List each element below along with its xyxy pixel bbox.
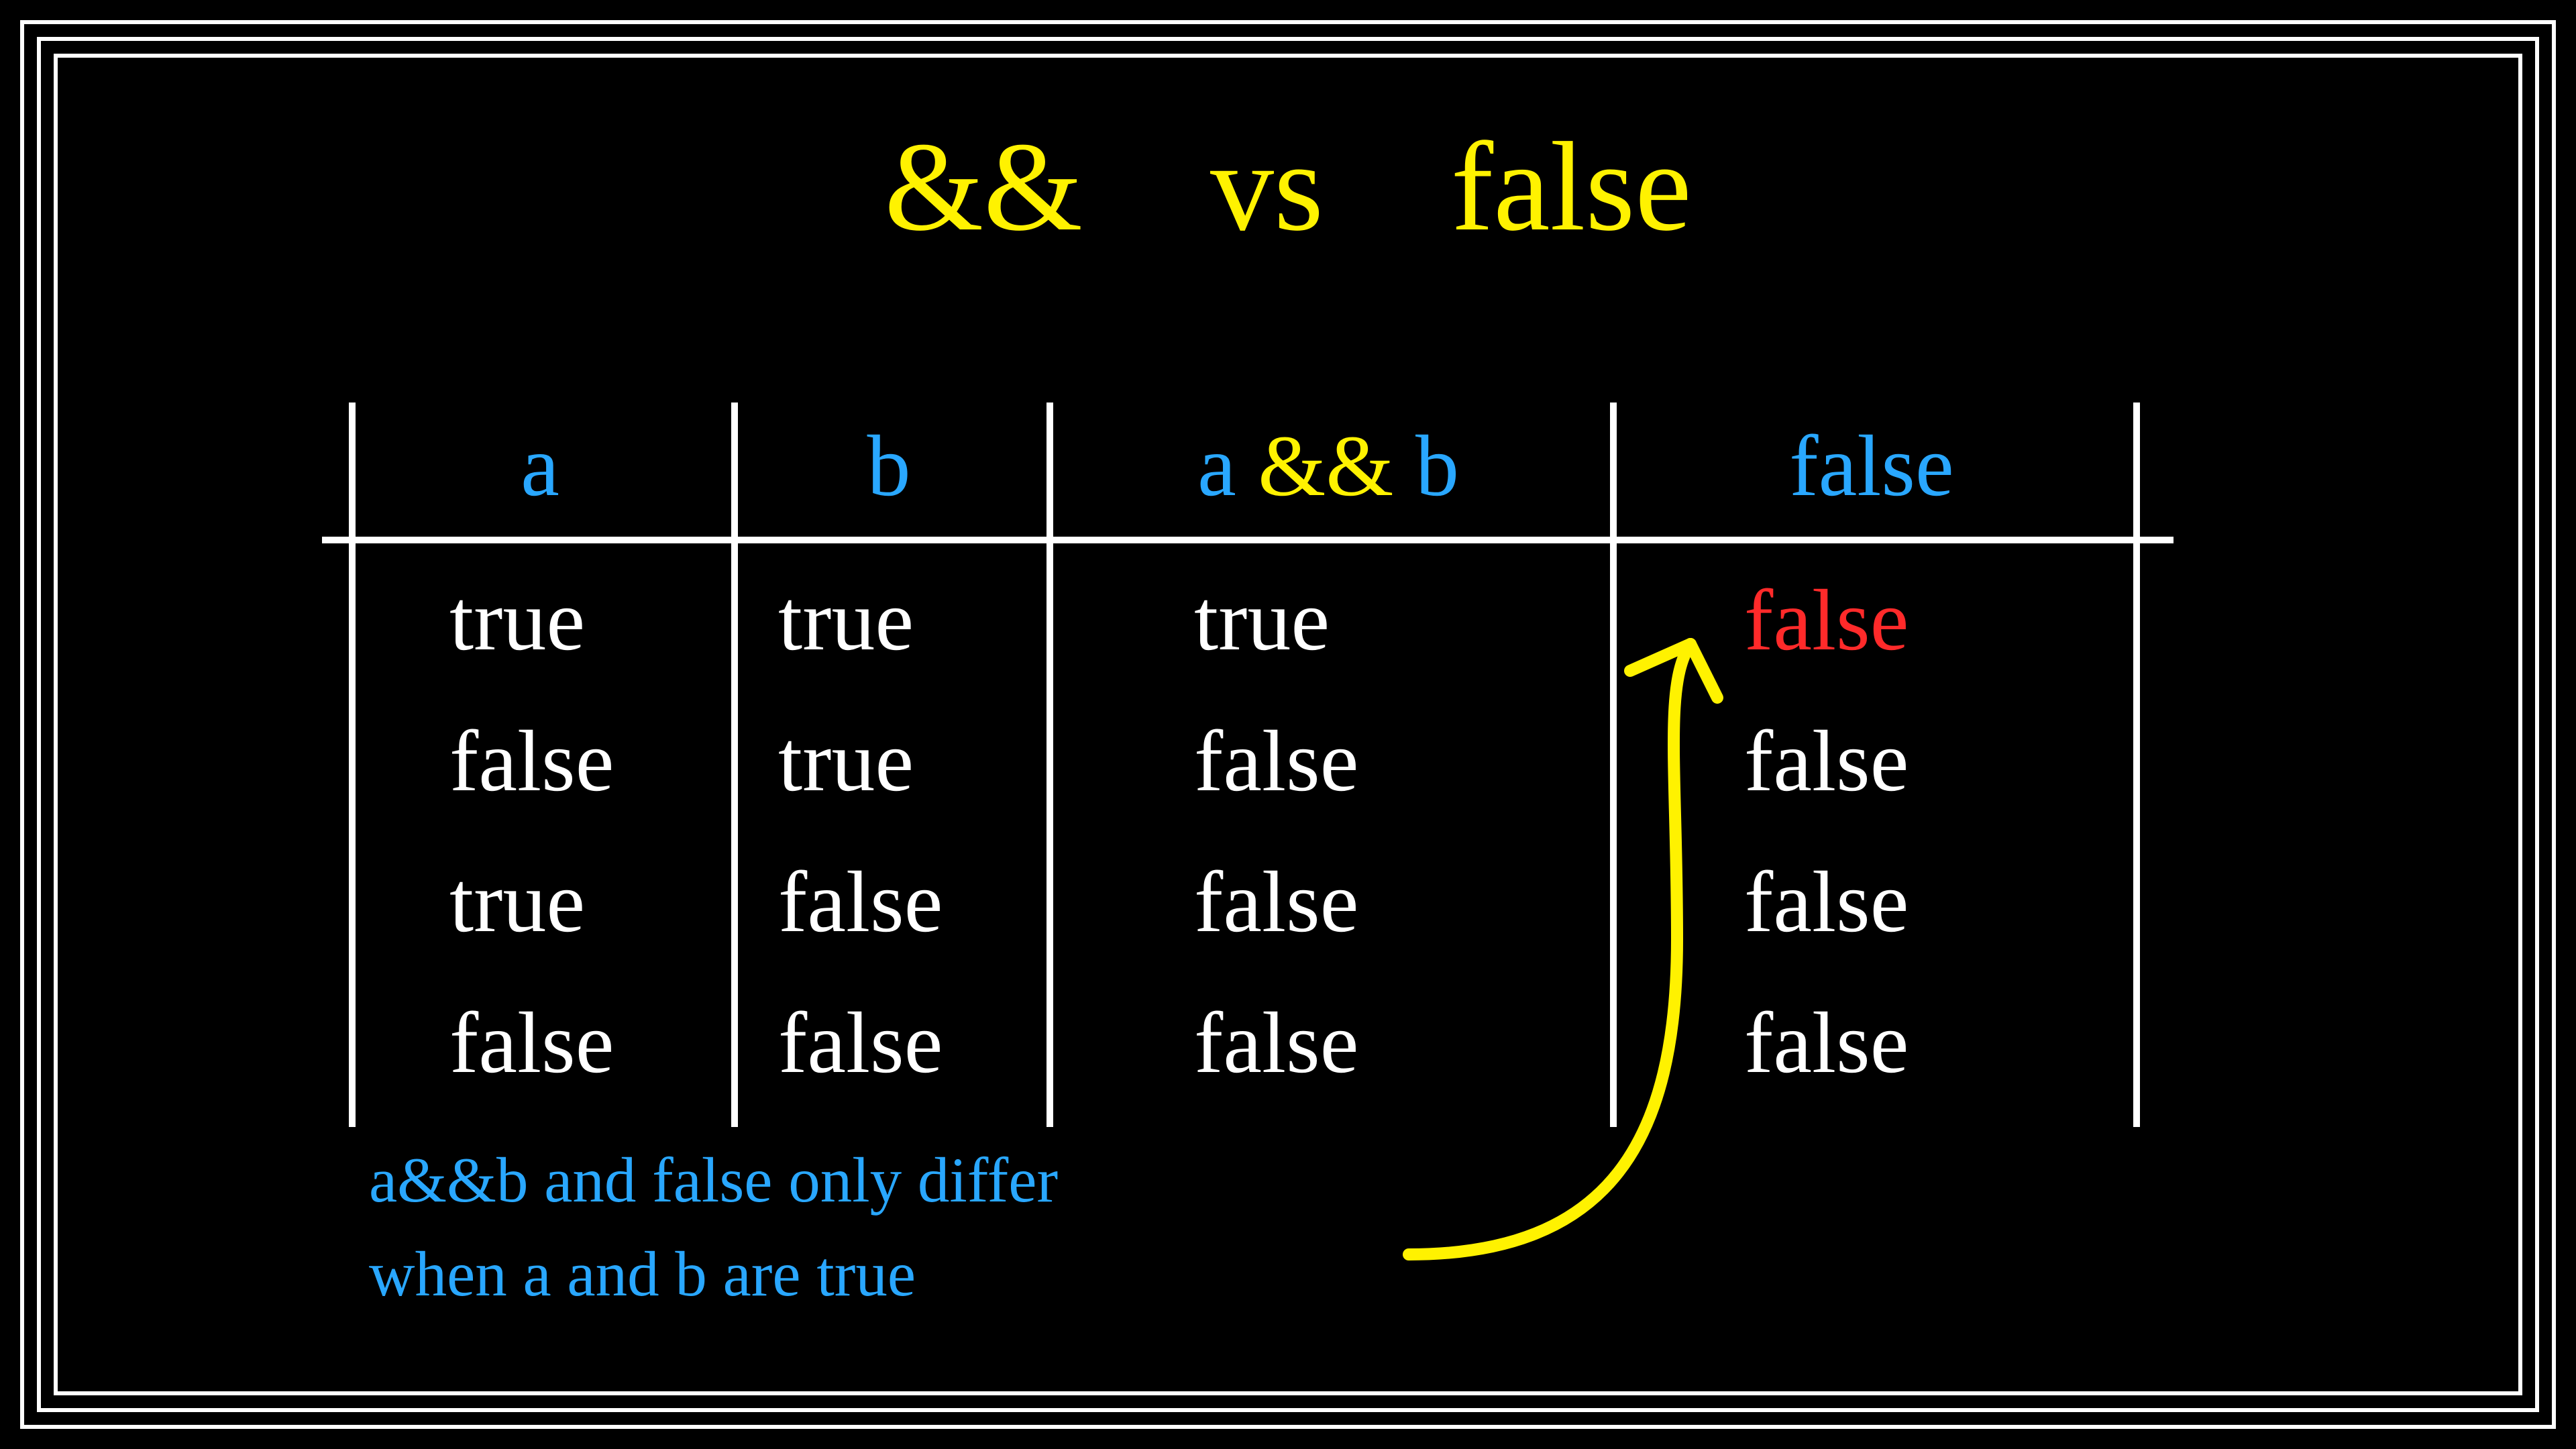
cell-a-3: false bbox=[449, 993, 614, 1093]
cell-f-2: false bbox=[1744, 852, 1909, 953]
header-underline bbox=[322, 537, 2174, 543]
header-a-and-b: a && b bbox=[1046, 416, 1610, 517]
header-and-op: && bbox=[1258, 418, 1393, 515]
cell-a-2: true bbox=[449, 852, 585, 953]
header-and-b: b bbox=[1415, 418, 1459, 515]
cell-b-3: false bbox=[778, 993, 943, 1093]
cell-b-1: true bbox=[778, 711, 914, 812]
cell-ab-0: true bbox=[1194, 570, 1330, 671]
header-false: false bbox=[1610, 416, 2133, 517]
cell-ab-2: false bbox=[1194, 852, 1358, 953]
header-b: b bbox=[731, 416, 1046, 517]
cell-a-0: true bbox=[449, 570, 585, 671]
note-line-2: when a and b are true bbox=[369, 1234, 916, 1314]
cell-ab-3: false bbox=[1194, 993, 1358, 1093]
col-line-5 bbox=[2133, 402, 2140, 1127]
cell-f-0: false bbox=[1744, 570, 1909, 671]
cell-a-1: false bbox=[449, 711, 614, 812]
cell-ab-1: false bbox=[1194, 711, 1358, 812]
cell-f-3: false bbox=[1744, 993, 1909, 1093]
header-and-a: a bbox=[1197, 418, 1236, 515]
page-title: && vs false bbox=[0, 114, 2576, 260]
title-word: false bbox=[1451, 117, 1692, 258]
title-op: && bbox=[884, 117, 1083, 258]
cell-b-0: true bbox=[778, 570, 914, 671]
cell-f-1: false bbox=[1744, 711, 1909, 812]
title-vs: vs bbox=[1210, 117, 1324, 258]
note-line-1: a&&b and false only differ bbox=[369, 1140, 1058, 1220]
cell-b-2: false bbox=[778, 852, 943, 953]
header-a: a bbox=[349, 416, 731, 517]
